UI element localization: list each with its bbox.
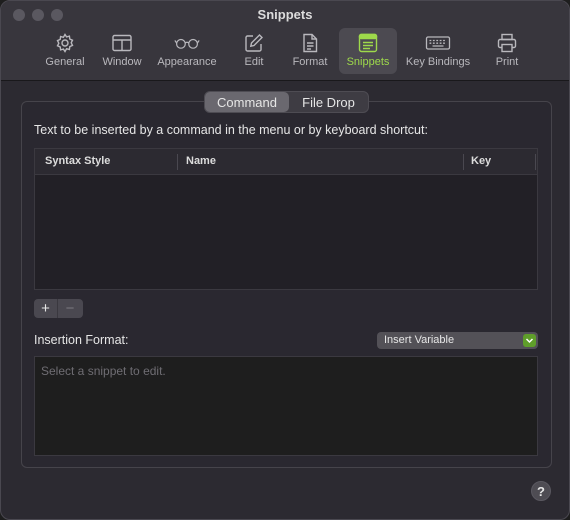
document-icon <box>297 32 323 54</box>
editor-placeholder: Select a snippet to edit. <box>41 364 166 378</box>
add-snippet-button[interactable]: + <box>34 299 58 318</box>
column-divider <box>463 154 464 170</box>
tab-general[interactable]: General <box>41 28 89 74</box>
column-key[interactable]: Key <box>471 155 491 167</box>
insertion-format-label: Insertion Format: <box>34 333 129 347</box>
tab-key-bindings[interactable]: Key Bindings <box>401 28 475 74</box>
pencil-square-icon <box>241 32 267 54</box>
table-header: Syntax Style Name Key <box>35 149 537 175</box>
snippets-table[interactable]: Syntax Style Name Key <box>34 148 538 290</box>
preferences-window: Snippets General Window Appearance Edit … <box>0 0 570 520</box>
tab-window-label: Window <box>102 56 142 68</box>
tab-print-label: Print <box>495 56 519 68</box>
tab-edit[interactable]: Edit <box>233 28 275 74</box>
glasses-icon <box>174 32 200 54</box>
tab-window[interactable]: Window <box>97 28 147 74</box>
tab-snippets[interactable]: Snippets <box>339 28 397 74</box>
window-title: Snippets <box>257 7 313 22</box>
keyboard-icon <box>425 32 451 54</box>
remove-snippet-button[interactable]: − <box>58 299 82 318</box>
preferences-toolbar: General Window Appearance Edit Format Sn… <box>1 28 569 76</box>
help-button[interactable]: ? <box>531 481 551 501</box>
tab-print[interactable]: Print <box>487 28 527 74</box>
gear-icon <box>52 32 78 54</box>
window-icon <box>109 32 135 54</box>
snippets-icon <box>355 32 381 54</box>
insert-variable-popup[interactable]: Insert Variable <box>377 332 538 349</box>
tab-general-label: General <box>45 56 85 68</box>
command-tab[interactable]: Command <box>205 92 289 112</box>
file-drop-tab[interactable]: File Drop <box>289 92 368 112</box>
tab-appearance[interactable]: Appearance <box>153 28 221 74</box>
column-syntax-style[interactable]: Syntax Style <box>45 155 110 167</box>
printer-icon <box>494 32 520 54</box>
tab-format-label: Format <box>292 56 328 68</box>
tab-snippets-label: Snippets <box>346 56 390 68</box>
snippet-editor[interactable]: Select a snippet to edit. <box>34 356 538 456</box>
add-remove-buttons: + − <box>34 299 83 318</box>
mode-segmented-control: Command File Drop <box>204 91 369 113</box>
tab-appearance-label: Appearance <box>157 56 217 68</box>
chevron-down-icon <box>523 334 536 347</box>
titlebar: Snippets General Window Appearance Edit … <box>1 1 569 81</box>
column-divider <box>177 154 178 170</box>
insert-variable-label: Insert Variable <box>384 334 455 346</box>
column-name[interactable]: Name <box>186 155 216 167</box>
column-divider <box>535 154 536 170</box>
tab-format[interactable]: Format <box>287 28 333 74</box>
tab-edit-label: Edit <box>244 56 264 68</box>
snippets-description: Text to be inserted by a command in the … <box>34 123 428 137</box>
tab-key-bindings-label: Key Bindings <box>405 56 471 68</box>
